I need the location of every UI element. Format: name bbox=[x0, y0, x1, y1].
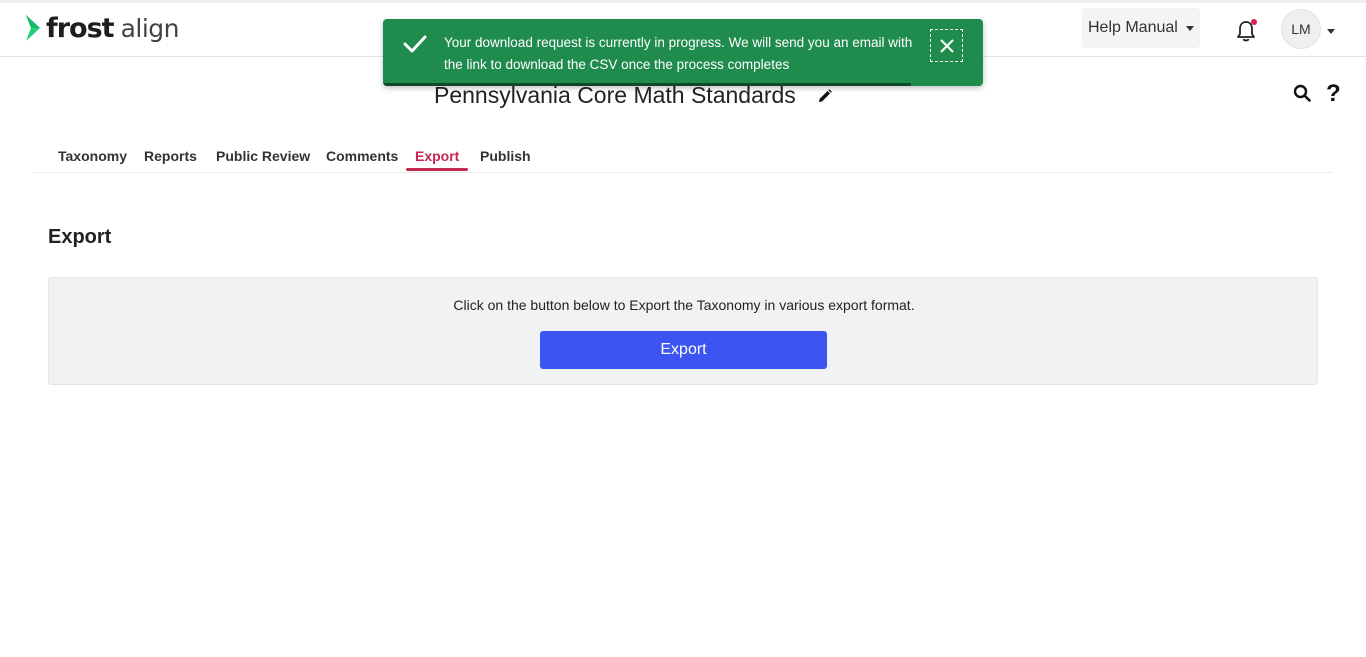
toast-message: Your download request is currently in pr… bbox=[444, 35, 913, 72]
app-root: frost align Help Manual LM Pennsylvania … bbox=[0, 0, 1366, 657]
section-heading: Export bbox=[48, 226, 112, 248]
chevron-down-icon bbox=[1185, 25, 1194, 31]
help-question-icon[interactable]: ? bbox=[1326, 80, 1341, 108]
tab-reports[interactable]: Reports bbox=[144, 148, 197, 164]
user-avatar[interactable]: LM bbox=[1281, 9, 1321, 49]
tab-bar: Taxonomy Reports Public Review Comments … bbox=[33, 140, 1333, 173]
brand-logo[interactable]: frost align bbox=[24, 12, 180, 44]
notifications-button[interactable] bbox=[1234, 18, 1258, 44]
tab-export[interactable]: Export bbox=[415, 148, 459, 164]
logo-chevron-icon bbox=[26, 15, 40, 41]
page-title: Pennsylvania Core Math Standards bbox=[434, 82, 796, 108]
active-tab-indicator bbox=[406, 168, 468, 171]
tab-publish[interactable]: Publish bbox=[480, 148, 531, 164]
notification-badge bbox=[1251, 19, 1257, 25]
help-manual-label: Help Manual bbox=[1088, 19, 1178, 36]
tab-taxonomy[interactable]: Taxonomy bbox=[58, 148, 127, 164]
export-panel: Click on the button below to Export the … bbox=[48, 277, 1318, 385]
download-toast: Your download request is currently in pr… bbox=[383, 19, 983, 86]
help-manual-dropdown[interactable]: Help Manual bbox=[1082, 8, 1200, 48]
header-top-border bbox=[0, 0, 1366, 3]
logo-text-sub: align bbox=[120, 13, 180, 43]
close-icon bbox=[939, 38, 954, 53]
avatar-menu-chevron-down-icon[interactable] bbox=[1327, 29, 1335, 34]
export-description: Click on the button below to Export the … bbox=[453, 297, 915, 313]
toast-close-button[interactable] bbox=[930, 29, 963, 62]
search-icon[interactable] bbox=[1293, 84, 1311, 102]
export-button[interactable]: Export bbox=[540, 331, 827, 369]
toast-progress-bar bbox=[383, 83, 911, 86]
pencil-edit-icon[interactable] bbox=[817, 88, 833, 104]
tab-comments[interactable]: Comments bbox=[326, 148, 398, 164]
avatar-initials: LM bbox=[1291, 21, 1311, 37]
check-icon bbox=[403, 35, 427, 53]
tab-public-review[interactable]: Public Review bbox=[216, 148, 310, 164]
logo-text-main: frost bbox=[46, 12, 115, 44]
